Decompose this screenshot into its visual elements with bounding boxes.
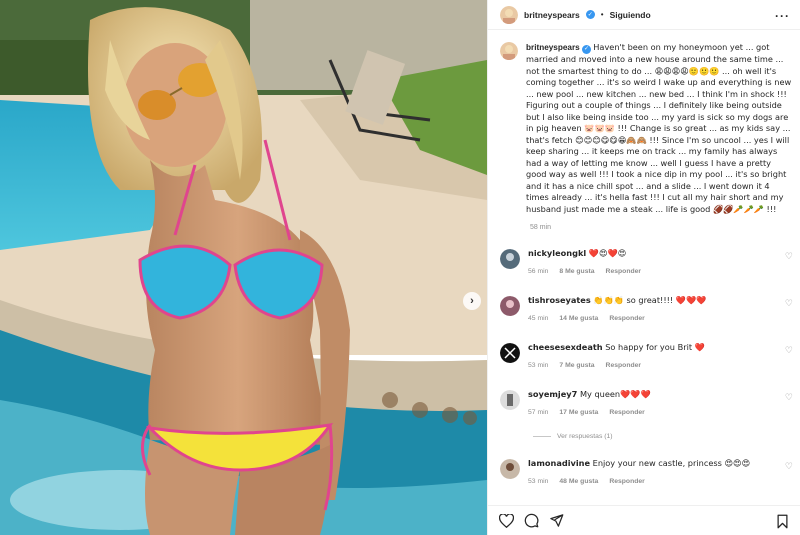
bookmark-icon[interactable] xyxy=(774,513,790,529)
separator-dot: • xyxy=(600,10,604,19)
more-options-icon[interactable]: ··· xyxy=(775,9,790,23)
commenter-username[interactable]: nickyleongkl xyxy=(528,248,586,258)
comment-item: tishroseyates 👏👏👏 so great!!!! ❤️❤️❤️ 45… xyxy=(500,295,795,322)
chevron-right-icon: › xyxy=(470,295,474,307)
commenter-avatar[interactable] xyxy=(500,296,520,316)
comment-text: 👏👏👏 so great!!!! ❤️❤️❤️ xyxy=(593,295,707,305)
like-comment-heart-icon[interactable]: ♡ xyxy=(785,251,793,262)
commenter-username[interactable]: lamonadivine xyxy=(528,458,590,468)
post-caption: britneyspears ✓ Haven't been on my honey… xyxy=(500,42,792,215)
like-comment-heart-icon[interactable]: ♡ xyxy=(785,392,793,403)
post-action-bar xyxy=(488,505,800,535)
post-side-panel: britneyspears ✓ • Siguiendo ··· britneys… xyxy=(487,0,800,535)
comment-time[interactable]: 53 min xyxy=(528,478,548,485)
like-comment-heart-icon[interactable]: ♡ xyxy=(785,298,793,309)
comment-text: ❤️😍❤️😍 xyxy=(588,248,627,258)
verified-badge-icon: ✓ xyxy=(581,45,591,55)
heart-icon[interactable] xyxy=(498,513,514,529)
commenter-avatar[interactable] xyxy=(500,343,520,363)
commenter-avatar[interactable] xyxy=(500,249,520,269)
comment-text: So happy for you Brit ❤️ xyxy=(605,342,705,352)
post-header: britneyspears ✓ • Siguiendo ··· xyxy=(488,0,800,30)
comment-text: Enjoy your new castle, princess 😍😍😍 xyxy=(592,458,751,468)
commenter-avatar[interactable] xyxy=(500,459,520,479)
comment-item: cheesesexdeath So happy for you Brit ❤️ … xyxy=(500,342,795,369)
post-timestamp: 58 min xyxy=(530,224,552,231)
caption-author-avatar[interactable] xyxy=(500,42,518,60)
reply-button[interactable]: Responder xyxy=(606,268,642,275)
next-photo-button[interactable]: › xyxy=(463,292,481,310)
comment-time[interactable]: 56 min xyxy=(528,268,548,275)
commenter-username[interactable]: soyemjey7 xyxy=(528,389,577,399)
comment-text: My queen❤️❤️❤️ xyxy=(579,389,651,399)
comment-icon[interactable] xyxy=(523,513,539,529)
comment-likes[interactable]: 48 Me gusta xyxy=(559,478,598,485)
caption-body: Haven't been on my honeymoon yet ... got… xyxy=(526,42,792,214)
pool-photo-illustration xyxy=(0,0,487,535)
post-photo[interactable]: › xyxy=(0,0,487,535)
author-username[interactable]: britneyspears xyxy=(524,10,580,20)
comment-time[interactable]: 45 min xyxy=(528,315,548,322)
comment-likes[interactable]: 17 Me gusta xyxy=(559,409,598,416)
comment-likes[interactable]: 8 Me gusta xyxy=(559,268,594,275)
verified-badge-icon: ✓ xyxy=(585,10,595,19)
commenter-avatar[interactable] xyxy=(500,390,520,410)
reply-button[interactable]: Responder xyxy=(609,409,645,416)
like-comment-heart-icon[interactable]: ♡ xyxy=(785,345,793,356)
reply-button[interactable]: Responder xyxy=(606,362,642,369)
comment-likes[interactable]: 7 Me gusta xyxy=(559,362,594,369)
instagram-post: › britneyspears ✓ • Siguiendo ··· britne… xyxy=(0,0,800,535)
caption-text: britneyspears ✓ Haven't been on my honey… xyxy=(526,42,792,215)
following-button[interactable]: Siguiendo xyxy=(610,10,651,20)
caption-username[interactable]: britneyspears xyxy=(526,43,580,52)
comment-likes[interactable]: 14 Me gusta xyxy=(559,315,598,322)
send-icon[interactable] xyxy=(548,513,564,529)
comment-time[interactable]: 57 min xyxy=(528,409,548,416)
comment-item: lamonadivine Enjoy your new castle, prin… xyxy=(500,458,795,485)
like-comment-heart-icon[interactable]: ♡ xyxy=(785,461,793,472)
comment-item: soyemjey7 My queen❤️❤️❤️ 57 min 17 Me gu… xyxy=(500,389,795,416)
replies-divider xyxy=(533,436,551,437)
reply-button[interactable]: Responder xyxy=(609,478,645,485)
commenter-username[interactable]: cheesesexdeath xyxy=(528,342,603,352)
reply-button[interactable]: Responder xyxy=(609,315,645,322)
author-avatar[interactable] xyxy=(500,5,518,24)
view-replies-label[interactable]: Ver respuestas (1) xyxy=(557,433,613,440)
comment-time[interactable]: 53 min xyxy=(528,362,548,369)
view-replies-toggle[interactable]: Ver respuestas (1) xyxy=(533,433,613,440)
commenter-username[interactable]: tishroseyates xyxy=(528,295,591,305)
comment-item: nickyleongkl ❤️😍❤️😍 56 min 8 Me gusta Re… xyxy=(500,248,795,275)
